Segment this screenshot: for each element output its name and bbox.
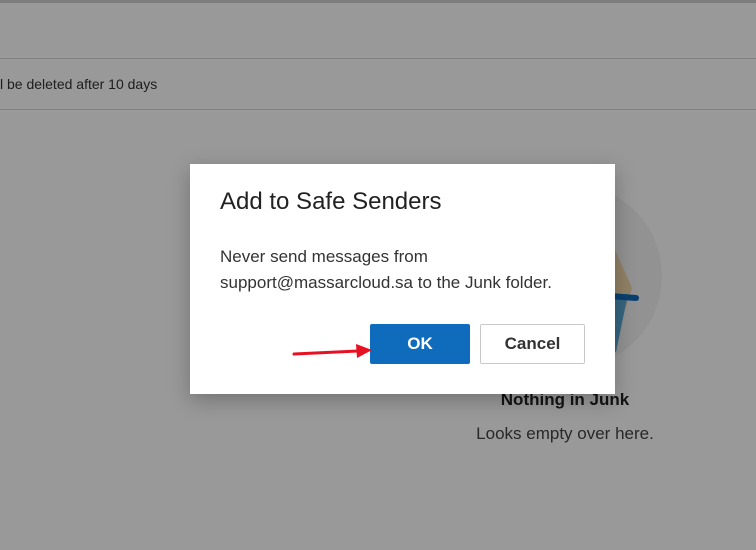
dialog-title: Add to Safe Senders (220, 188, 442, 215)
dialog-message: Never send messages from support@massarc… (220, 244, 600, 296)
cancel-button[interactable]: Cancel (480, 324, 585, 364)
ok-button[interactable]: OK (370, 324, 470, 364)
dialog-message-line-2: support@massarcloud.sa to the Junk folde… (220, 273, 552, 292)
dialog-message-line-1: Never send messages from (220, 247, 428, 266)
annotation-arrow-icon (292, 344, 372, 358)
safe-senders-dialog: Add to Safe Senders Never send messages … (190, 164, 615, 394)
